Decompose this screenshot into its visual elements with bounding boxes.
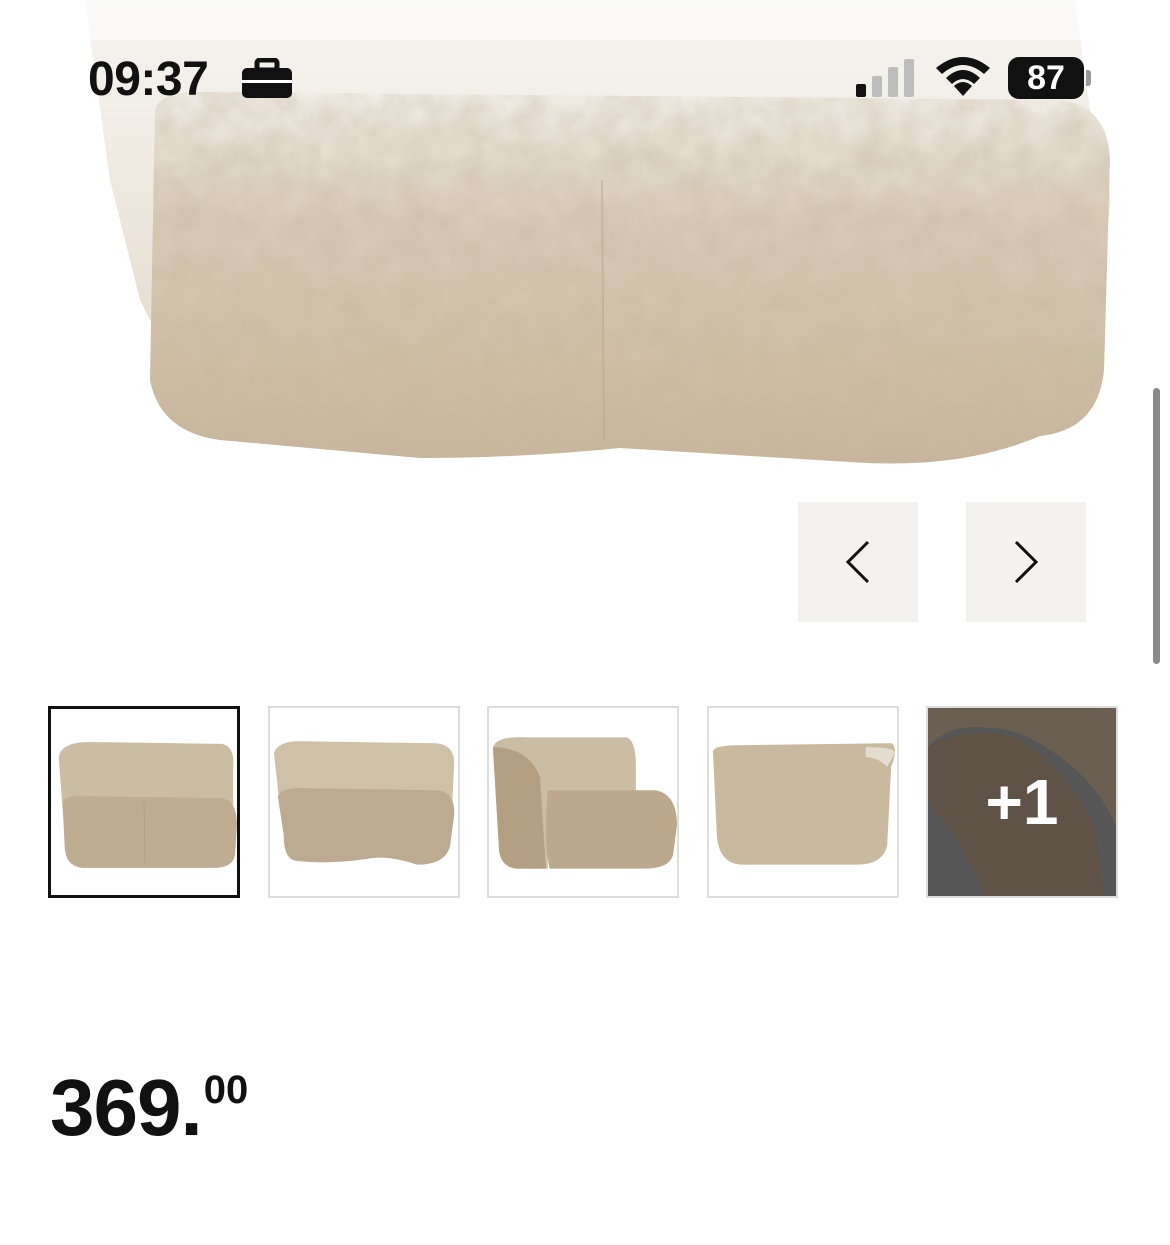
price-cents: 00: [203, 1068, 249, 1112]
thumbnail-3[interactable]: [487, 706, 679, 898]
carousel-next-button[interactable]: [966, 502, 1086, 622]
briefcase-icon: [242, 58, 292, 98]
chevron-left-icon: [845, 540, 870, 584]
thumbnail-4[interactable]: [707, 706, 899, 898]
thumbnail-more[interactable]: +1: [926, 706, 1118, 898]
thumbnail-2[interactable]: [268, 706, 460, 898]
status-time: 09:37: [88, 53, 209, 106]
battery-level: 87: [1027, 58, 1065, 97]
thumbnail-1[interactable]: [48, 706, 240, 898]
status-bar: 09:37 87: [0, 0, 1170, 160]
thumbnail-strip: +1: [48, 706, 1123, 902]
cellular-signal-icon: [856, 59, 914, 97]
wifi-icon: [936, 57, 990, 96]
page-scrollbar[interactable]: [1153, 388, 1160, 664]
more-images-count: +1: [985, 766, 1059, 838]
battery-icon: 87: [1008, 57, 1084, 99]
battery-nub: [1086, 70, 1091, 86]
chevron-right-icon: [1014, 540, 1039, 584]
price-integer: 369.: [50, 1063, 203, 1152]
carousel-prev-button[interactable]: [798, 502, 918, 622]
product-price: 369.00: [50, 1068, 248, 1148]
